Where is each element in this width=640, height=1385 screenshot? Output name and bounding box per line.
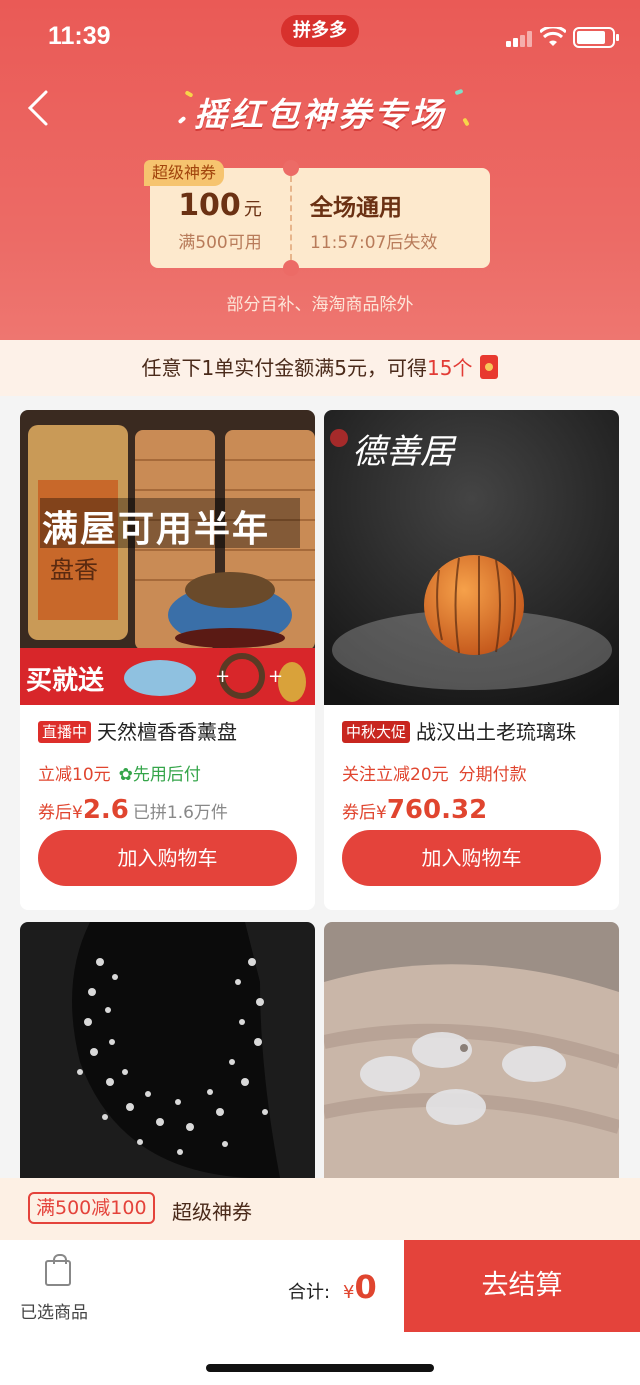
status-time: 11:39 [48,22,111,50]
signal-icon [506,31,534,47]
add-to-cart-button[interactable]: 加入购物车 [342,830,601,886]
image-brand-text: 德善居 [352,432,454,472]
super-coupon-card: 超级神券 100 元 满500可用 全场通用 11:57:07后失效 [144,160,490,276]
product-card[interactable] [20,922,315,1178]
product-image-pearl-necklace[interactable] [20,922,315,1178]
promo-banner: 任意下1单实付金额满5元，可得15个 [0,340,640,396]
product-benefits: 关注立减20元 分期付款 [342,760,527,785]
festival-tag: 中秋大促 [342,721,411,743]
product-card[interactable]: 德善居 中秋大促 战汉出土老琉璃珠 关注立减20元 分期付款 券后¥760.32 加… [324,410,619,910]
coupon-notch [283,260,299,276]
checkout-bar: 已选商品 合计: ¥0 去结算 [0,1240,640,1385]
discount-text: 关注立减20元 [342,765,449,785]
product-price: 券后¥2.6 已拼1.6万件 [38,795,228,825]
product-price: 券后¥760.32 [342,795,488,825]
product-title: 直播中 天然檀香香薰盘 [38,716,308,745]
app-badge: 拼多多 [281,15,359,47]
promo-text: 任意下1单实付金额满5元，可得 [141,356,427,380]
product-benefits: 立减10元 ✿先用后付 [38,760,201,785]
coupon-strip-tag: 满500减100 [28,1192,155,1224]
red-packet-icon [480,355,499,379]
coupon-notch [283,160,299,176]
battery-icon [573,27,619,48]
add-to-cart-button[interactable]: 加入购物车 [38,830,297,886]
selected-items-label[interactable]: 已选商品 [20,1298,88,1323]
coupon-condition: 满500可用 [178,233,262,253]
back-icon[interactable] [24,88,54,128]
coupon-divider [290,176,292,260]
coupon-tag: 超级神券 [144,160,225,186]
image-gift-text: 买就送 [26,666,105,696]
product-title: 中秋大促 战汉出土老琉璃珠 [342,716,612,745]
product-card[interactable]: + + 满屋可用半年 盘香 买就送 直播中 天然檀香香薰盘 立减10元 ✿先用后付 … [20,410,315,910]
checkout-button[interactable]: 去结算 [404,1240,640,1332]
coupon-scope: 全场通用 [310,195,402,221]
image-box-label: 盘香 [50,556,98,584]
page-title: 摇红包神券专场 [194,95,446,134]
wifi-icon [540,27,566,46]
svg-text:+: + [268,666,283,687]
promo-highlight: 15个 [427,356,473,380]
coupon-expiry: 11:57:07后失效 [310,233,438,253]
svg-text:+: + [215,666,230,687]
discount-text: 立减10元 [38,765,111,785]
coupon-amount: 100 元 [178,188,262,223]
live-tag: 直播中 [38,721,92,743]
total-amount: ¥0 [343,1268,377,1306]
header: 11:39 拼多多 摇红包神券专场 超级神券 100 元 满500可用 全场通用 … [0,0,640,340]
home-indicator [206,1364,434,1372]
shopping-bag-icon[interactable] [45,1254,71,1286]
installment-label: 分期付款 [458,765,527,785]
coupon-strip: 满500减100 超级神券 [0,1178,640,1240]
status-bar: 11:39 拼多多 [0,0,640,70]
exclusion-note: 部分百补、海淘商品除外 [226,295,414,315]
image-overlay-text: 满屋可用半年 [42,509,271,550]
pay-later-label: ✿先用后付 [118,765,201,785]
product-image-crystal-beads[interactable] [324,922,619,1178]
product-card[interactable] [324,922,619,1178]
total-label: 合计: [288,1282,331,1303]
coupon-strip-text: 超级神券 [172,1200,252,1224]
